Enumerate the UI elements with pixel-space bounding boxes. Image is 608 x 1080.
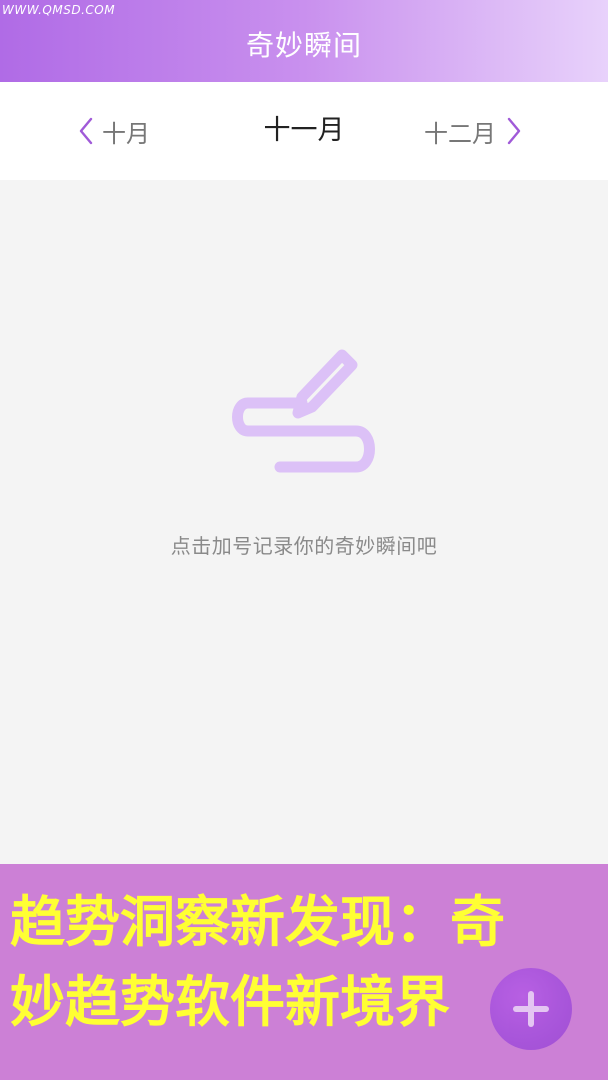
chevron-right-icon [504, 116, 524, 146]
moments-list-area: 点击加号记录你的奇妙瞬间吧 [0, 180, 608, 864]
app-header: WWW.QMSD.COM 奇妙瞬间 [0, 0, 608, 82]
add-moment-button[interactable] [490, 968, 572, 1050]
next-month-label: 十二月 [424, 119, 496, 148]
next-month-button[interactable]: 十二月 [424, 82, 524, 180]
month-switcher: 十一月 十月 十二月 [0, 82, 608, 180]
page-title: 奇妙瞬间 [245, 29, 362, 62]
chevron-left-icon [76, 116, 96, 146]
pen-squiggle-icon [224, 325, 384, 485]
empty-state-message: 点击加号记录你的奇妙瞬间吧 [170, 534, 438, 558]
prev-month-label: 十月 [102, 119, 150, 148]
banner-line-1: 趋势洞察新发现：奇 [10, 890, 506, 954]
plus-icon [490, 968, 572, 1050]
prev-month-button[interactable]: 十月 [76, 82, 150, 180]
